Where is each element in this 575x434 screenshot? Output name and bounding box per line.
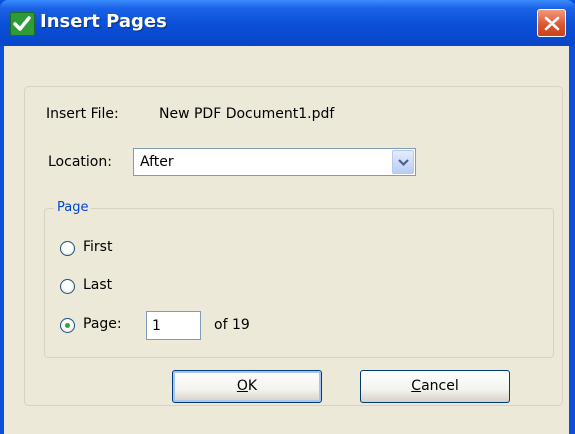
radio-first[interactable] <box>60 241 75 256</box>
page-groupbox <box>44 208 554 358</box>
radio-selected-dot <box>65 323 70 328</box>
page-number-input[interactable]: 1 <box>146 311 201 340</box>
cancel-button-label: Cancel <box>411 378 459 394</box>
location-label: Location: <box>48 154 112 170</box>
dropdown-button[interactable] <box>392 150 414 174</box>
green-checkmark-icon <box>10 12 35 36</box>
close-x-icon <box>544 16 560 31</box>
window-title: Insert Pages <box>40 11 167 32</box>
close-button[interactable] <box>537 9 566 37</box>
radio-last-label[interactable]: Last <box>83 277 112 293</box>
insert-file-label: Insert File: <box>46 106 119 122</box>
insert-pages-dialog: Insert Pages Insert File: New PDF Docume… <box>0 0 575 434</box>
title-bar[interactable]: Insert Pages <box>0 0 575 46</box>
cancel-button[interactable]: Cancel <box>360 370 510 403</box>
insert-file-value: New PDF Document1.pdf <box>159 106 335 122</box>
ok-button[interactable]: OK <box>172 370 322 403</box>
radio-first-label[interactable]: First <box>83 239 112 255</box>
location-select[interactable]: After <box>133 148 416 176</box>
chevron-down-icon <box>398 159 409 167</box>
page-group-legend: Page <box>54 200 92 215</box>
radio-last[interactable] <box>60 279 75 294</box>
location-selected-value: After <box>140 154 174 170</box>
radio-page-label[interactable]: Page: <box>83 316 122 332</box>
page-count-text: of 19 <box>214 317 250 333</box>
ok-button-label: OK <box>236 378 258 394</box>
radio-page[interactable] <box>60 318 75 333</box>
dialog-body: Insert File: New PDF Document1.pdf Locat… <box>4 46 569 434</box>
page-number-value: 1 <box>152 318 161 334</box>
